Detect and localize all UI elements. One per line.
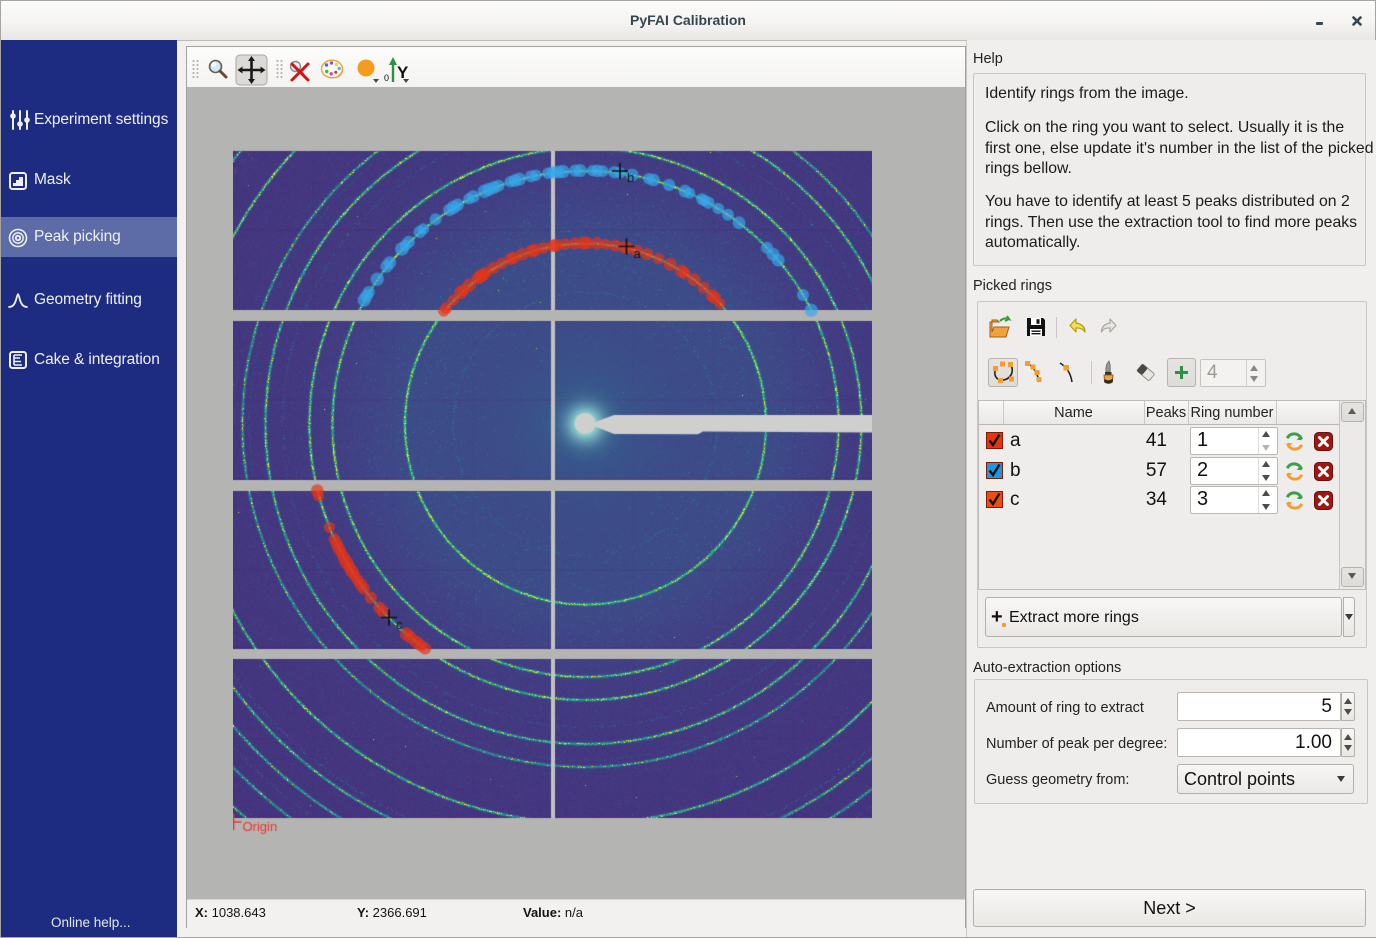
- svg-text:0: 0: [384, 73, 389, 83]
